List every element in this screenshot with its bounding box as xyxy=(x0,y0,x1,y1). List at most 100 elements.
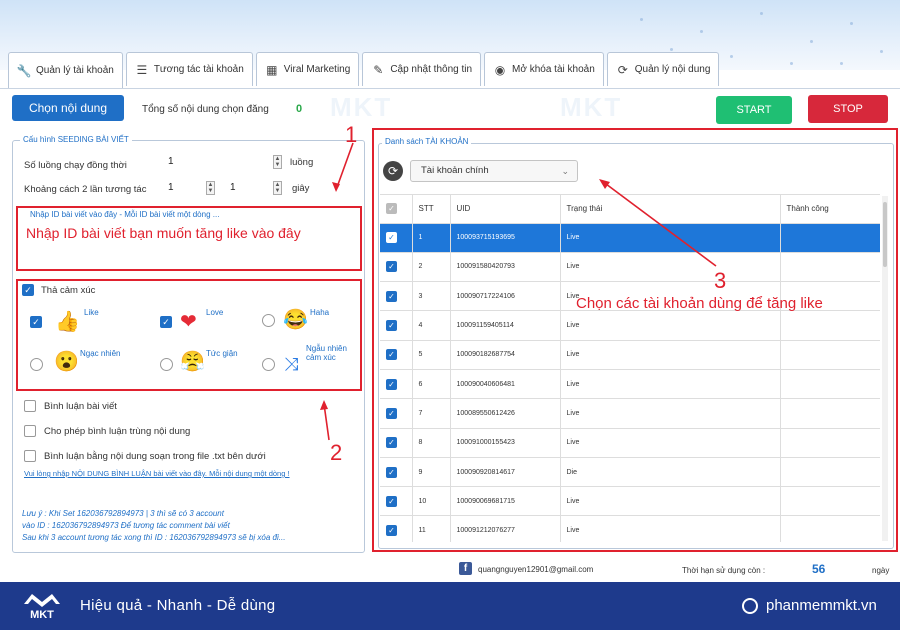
row-checkbox-cell[interactable]: ✓ xyxy=(380,428,413,458)
interval-from-input[interactable]: 1 xyxy=(168,182,174,193)
reactions-checkbox[interactable]: ✓ xyxy=(22,284,34,296)
arrow-3-icon xyxy=(599,179,717,267)
angry-icon: 😤 xyxy=(180,351,205,373)
select-all-checkbox[interactable]: ✓ xyxy=(386,203,397,215)
row-checkbox[interactable]: ✓ xyxy=(386,290,397,302)
wow-icon: 😮 xyxy=(54,351,79,373)
unlock-icon: ◉ xyxy=(494,62,506,77)
tab-account-interaction[interactable]: ☰ Tương tác tài khoản xyxy=(125,52,253,86)
row-checkbox[interactable]: ✓ xyxy=(386,525,397,537)
start-button[interactable]: START xyxy=(716,96,792,124)
list-icon: ☰ xyxy=(136,62,148,77)
row-checkbox[interactable]: ✓ xyxy=(386,407,397,419)
days-remaining-value: 56 xyxy=(812,562,826,576)
row-checkbox-cell[interactable]: ✓ xyxy=(380,252,413,283)
table-row[interactable]: ✓ 5 100090182687754 Live xyxy=(380,340,880,370)
comment-from-file-checkbox[interactable] xyxy=(24,450,36,462)
allow-duplicate-checkbox[interactable] xyxy=(24,425,36,437)
tab-update-info[interactable]: ✎ Cập nhật thông tin xyxy=(362,52,482,86)
table-row[interactable]: ✓ 9 100090920814617 Die xyxy=(380,457,880,488)
row-checkbox-cell[interactable]: ✓ xyxy=(380,310,413,341)
tab-content-management[interactable]: ⟳ Quản lý nội dung xyxy=(606,52,720,86)
row-stt: 7 xyxy=(412,398,451,429)
comment-content-link[interactable]: Vui lòng nhập NỘI DUNG BÌNH LUẬN bài viế… xyxy=(24,469,290,478)
column-stt: STT xyxy=(412,195,451,224)
tab-account-management[interactable]: 🔧 Quản lý tài khoản xyxy=(8,52,123,88)
threads-label: Số luồng chạy đồng thời xyxy=(24,160,127,171)
account-group-select[interactable]: Tài khoản chính ⌄ xyxy=(410,160,578,182)
refresh-icon[interactable]: ⟳ xyxy=(383,161,403,181)
row-stt: 10 xyxy=(412,486,451,517)
stop-button[interactable]: STOP xyxy=(808,95,888,123)
tab-viral-marketing[interactable]: ▦ Viral Marketing xyxy=(255,52,360,86)
row-status: Live xyxy=(560,428,781,458)
reaction-like-checkbox[interactable]: ✓ xyxy=(30,316,42,328)
choose-content-button[interactable]: Chọn nội dung xyxy=(12,95,124,121)
row-checkbox-cell[interactable]: ✓ xyxy=(380,457,413,488)
tab-unlock-account[interactable]: ◉ Mở khóa tài khoản xyxy=(484,52,604,86)
table-row[interactable]: ✓ 4 100091159405114 Live xyxy=(380,310,880,341)
reaction-love-label: Love xyxy=(206,308,224,317)
content-count-label: Tổng số nội dung chọn đăng xyxy=(142,104,269,115)
row-checkbox[interactable]: ✓ xyxy=(386,466,397,478)
row-checkbox[interactable]: ✓ xyxy=(386,349,397,361)
row-checkbox-cell[interactable]: ✓ xyxy=(380,398,413,429)
row-checkbox-cell[interactable]: ✓ xyxy=(380,369,413,400)
row-checkbox[interactable]: ✓ xyxy=(386,495,397,507)
reaction-wow-label: Ngạc nhiên xyxy=(80,349,121,358)
reaction-angry-label: Tức giận xyxy=(206,349,238,358)
row-checkbox-cell[interactable]: ✓ xyxy=(380,223,413,253)
table-row[interactable]: ✓ 10 100090069681715 Live xyxy=(380,486,880,517)
accounts-annotation: Chọn các tài khoản dùng để tăng like xyxy=(576,295,823,312)
reaction-random-radio[interactable] xyxy=(262,358,275,371)
row-stt: 1 xyxy=(412,223,451,253)
row-status: Live xyxy=(560,310,781,341)
row-checkbox[interactable]: ✓ xyxy=(386,378,397,390)
row-uid: 100090920814617 xyxy=(450,457,561,488)
reaction-wow-radio[interactable] xyxy=(30,358,43,371)
refresh-icon: ⟳ xyxy=(617,62,628,77)
tab-label: Cập nhật thông tin xyxy=(390,64,473,75)
post-id-annotation: Nhập ID bài viết bạn muốn tăng like vào … xyxy=(26,225,301,241)
row-checkbox-cell[interactable]: ✓ xyxy=(380,486,413,517)
website-link[interactable]: phanmemmkt.vn xyxy=(766,597,877,614)
row-checkbox[interactable]: ✓ xyxy=(386,232,397,244)
row-status: Live xyxy=(560,340,781,370)
row-status: Live xyxy=(560,486,781,517)
table-row[interactable]: ✓ 11 100091212076277 Live xyxy=(380,515,880,542)
row-uid: 100091159405114 xyxy=(450,310,561,341)
reaction-haha-radio[interactable] xyxy=(262,314,275,327)
table-scrollbar[interactable] xyxy=(882,196,888,541)
table-row[interactable]: ✓ 6 100090040606481 Live xyxy=(380,369,880,400)
row-checkbox[interactable]: ✓ xyxy=(386,437,397,449)
threads-input[interactable]: 1 xyxy=(168,156,174,167)
haha-icon: 😂 xyxy=(283,309,308,331)
row-uid: 100090040606481 xyxy=(450,369,561,400)
row-uid: 100090069681715 xyxy=(450,486,561,517)
row-checkbox[interactable]: ✓ xyxy=(386,261,397,273)
interval-to-stepper[interactable]: ▲ ▼ xyxy=(273,181,282,195)
row-stt: 9 xyxy=(412,457,451,488)
comment-checkbox[interactable] xyxy=(24,400,36,412)
reaction-love-checkbox[interactable]: ✓ xyxy=(160,316,172,328)
mkt-logo: MKT xyxy=(24,594,60,621)
row-uid: 100093715193695 xyxy=(450,223,561,253)
threads-stepper[interactable]: ▲ ▼ xyxy=(273,155,282,169)
interval-to-input[interactable]: 1 xyxy=(230,182,236,193)
table-row[interactable]: ✓ 7 100089550612426 Live xyxy=(380,398,880,429)
row-checkbox-cell[interactable]: ✓ xyxy=(380,281,413,312)
scrollbar-thumb[interactable] xyxy=(883,202,887,267)
reaction-angry-radio[interactable] xyxy=(160,358,173,371)
row-success xyxy=(780,223,880,253)
row-status: Live xyxy=(560,369,781,400)
row-stt: 3 xyxy=(412,281,451,312)
row-checkbox-cell[interactable]: ✓ xyxy=(380,515,413,542)
reactions-label: Thả cảm xúc xyxy=(41,285,96,296)
arrow-2-icon xyxy=(320,400,330,441)
row-checkbox[interactable]: ✓ xyxy=(386,320,397,332)
seeding-config-legend: Cấu hình SEEDING BÀI VIẾT xyxy=(20,135,132,144)
table-row[interactable]: ✓ 8 100091000155423 Live xyxy=(380,428,880,458)
row-checkbox-cell[interactable]: ✓ xyxy=(380,340,413,370)
select-all-header[interactable]: ✓ xyxy=(380,195,413,224)
interval-from-stepper[interactable]: ▲ ▼ xyxy=(206,181,215,195)
